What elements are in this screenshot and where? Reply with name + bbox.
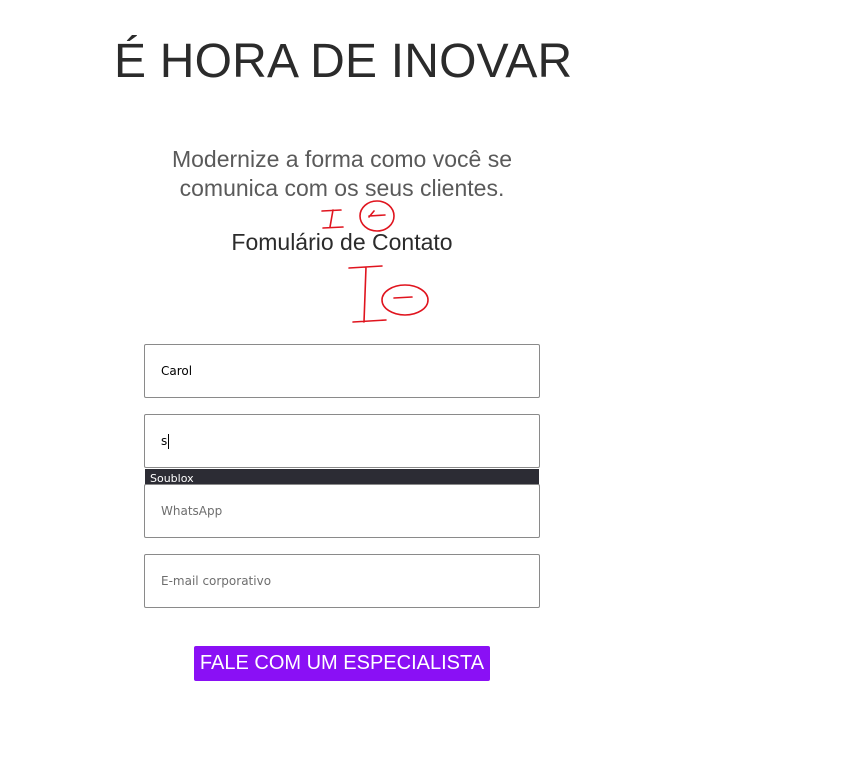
whatsapp-field[interactable] — [144, 484, 540, 538]
company-field[interactable] — [144, 414, 540, 468]
annotation-cursor-mark-large — [348, 265, 387, 323]
annotation-dash-mark-large — [393, 296, 413, 299]
page-title: É HORA DE INOVAR — [114, 35, 573, 88]
annotation-circle-mark — [359, 200, 395, 232]
email-field[interactable] — [144, 554, 540, 608]
annotation-circle-mark-large — [381, 284, 429, 316]
page-subtitle: Modernize a forma como você se comunica … — [130, 145, 554, 203]
text-cursor — [168, 434, 169, 449]
annotation-dash-mark — [368, 210, 386, 218]
name-field[interactable] — [144, 344, 540, 398]
contact-specialist-button[interactable]: FALE COM UM ESPECIALISTA — [194, 646, 490, 681]
form-title: Fomulário de Contato — [231, 229, 453, 255]
annotation-cursor-mark — [321, 209, 344, 229]
subtitle-line-2: comunica com os seus clientes. — [179, 175, 505, 201]
subtitle-line-1: Modernize a forma como você se — [171, 146, 513, 172]
